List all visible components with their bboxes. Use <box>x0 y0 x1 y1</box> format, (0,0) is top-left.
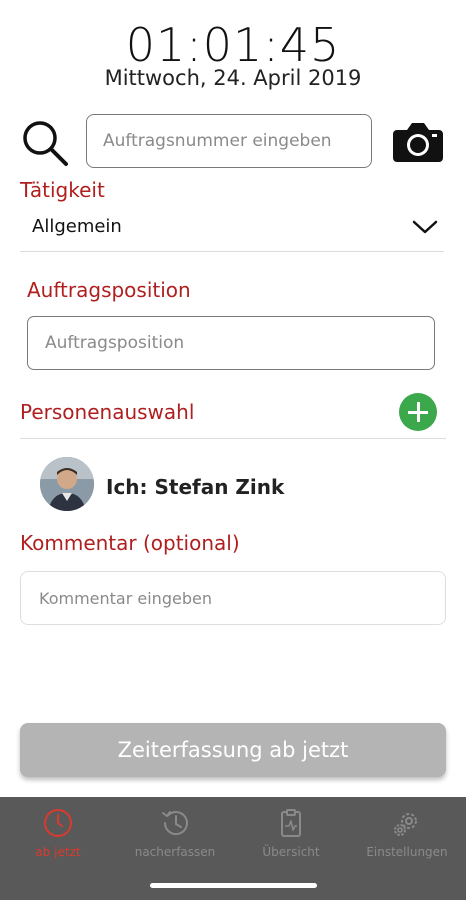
current-time: 01:01:45 <box>125 18 341 72</box>
activity-selected-value: Allgemein <box>32 216 122 237</box>
position-label: Auftragsposition <box>27 278 191 302</box>
tab-ab-jetzt[interactable]: ab jetzt <box>0 807 116 867</box>
home-indicator[interactable] <box>150 883 317 888</box>
history-icon <box>162 811 188 835</box>
search-icon[interactable] <box>20 118 70 168</box>
order-number-placeholder: Auftragsnummer eingeben <box>103 131 332 151</box>
current-date: Mittwoch, 24. April 2019 <box>104 66 362 90</box>
camera-icon[interactable] <box>391 118 445 164</box>
gear-icon <box>394 813 417 836</box>
person-name: Ich: Stefan Zink <box>106 475 285 499</box>
order-number-input[interactable]: Auftragsnummer eingeben <box>86 114 372 168</box>
position-placeholder: Auftragsposition <box>45 333 185 353</box>
tab-nacherfassen[interactable]: nacherfassen <box>117 807 233 867</box>
divider <box>20 438 446 439</box>
start-time-tracking-button[interactable]: Zeiterfassung ab jetzt <box>20 723 446 777</box>
add-person-button[interactable] <box>399 393 437 431</box>
tab-label: ab jetzt <box>35 845 81 859</box>
tab-einstellungen[interactable]: Einstellungen <box>349 807 465 867</box>
tab-label: Einstellungen <box>366 845 448 859</box>
activity-select[interactable]: Allgemein <box>20 202 444 252</box>
chevron-down-icon <box>412 220 438 233</box>
comment-label: Kommentar (optional) <box>20 531 240 555</box>
tab-label: Übersicht <box>262 845 320 859</box>
comment-placeholder: Kommentar eingeben <box>39 588 212 608</box>
clock-icon <box>44 809 72 837</box>
persons-label: Personenauswahl <box>20 400 195 424</box>
clipboard-icon <box>281 809 301 837</box>
avatar <box>40 457 94 511</box>
comment-input[interactable]: Kommentar eingeben <box>20 571 446 625</box>
position-input[interactable]: Auftragsposition <box>27 316 435 370</box>
activity-label: Tätigkeit <box>20 178 105 202</box>
tab-label: nacherfassen <box>134 845 216 859</box>
tab-uebersicht[interactable]: Übersicht <box>233 807 349 867</box>
